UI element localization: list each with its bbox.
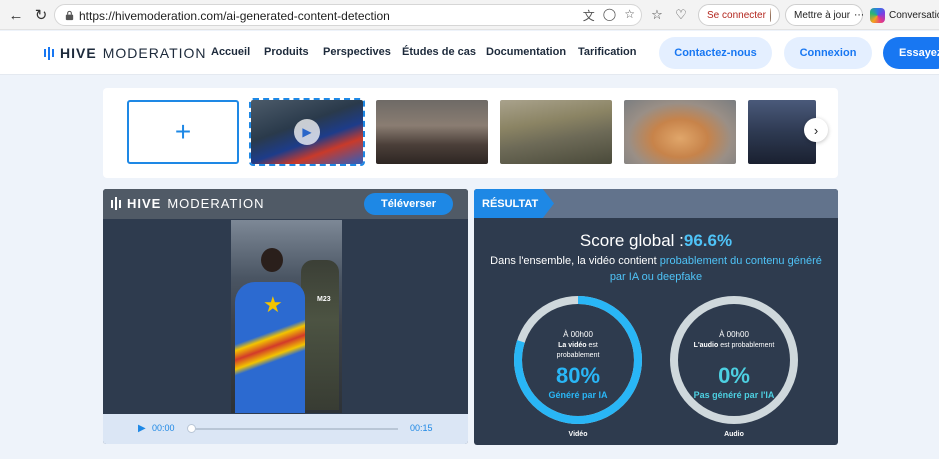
- brand-light: MODERATION: [102, 45, 207, 61]
- video-percent: 80%: [555, 363, 601, 388]
- hive-logo-icon: [111, 197, 121, 210]
- try-button[interactable]: Essayez: [883, 37, 939, 69]
- video-caption: Vidéo: [568, 431, 588, 438]
- video-statement: La vidéo est probablement: [528, 341, 628, 361]
- avatar: [769, 8, 771, 22]
- video-statement-line2: probablement: [556, 352, 600, 359]
- duration: 00:15: [410, 423, 433, 433]
- site-logo[interactable]: HIVE MODERATION: [44, 45, 207, 61]
- video-panel: HIVE MODERATION Téléverser M23 ★ ▶ 00:00 …: [103, 189, 468, 444]
- video-statement-bold: La vidéo: [558, 342, 587, 349]
- audio-percent: 0%: [718, 363, 750, 388]
- add-media-button[interactable]: +: [127, 100, 239, 164]
- favorite-star-icon[interactable]: ☆: [624, 7, 635, 24]
- browser-toolbar: ← ↻ https://hivemoderation.com/ai-genera…: [0, 0, 939, 30]
- update-label: Mettre à jour: [794, 9, 851, 21]
- back-arrow-icon[interactable]: ←: [6, 5, 26, 25]
- contact-button[interactable]: Contactez-nous: [659, 37, 772, 69]
- sample-media-strip: + ▶ ›: [103, 88, 838, 178]
- description-prefix: Dans l'ensemble, la vidéo contient: [490, 255, 660, 267]
- brand-bold: HIVE: [60, 45, 97, 61]
- login-button[interactable]: Connexion: [784, 37, 872, 69]
- update-button[interactable]: Mettre à jour ⋯: [785, 4, 865, 26]
- play-icon: ▶: [294, 119, 320, 145]
- thumbnail-landscape[interactable]: [376, 100, 488, 164]
- address-bar[interactable]: https://hivemoderation.com/ai-generated-…: [54, 4, 642, 26]
- score-label: Score global :: [579, 231, 684, 250]
- copilot-icon: [870, 7, 885, 23]
- flag-star-icon: ★: [263, 292, 283, 317]
- health-icon[interactable]: ♡: [672, 6, 690, 24]
- translate-icon[interactable]: 文: [583, 7, 595, 24]
- result-panel: RÉSULTAT Score global :96.6% Dans l'ense…: [474, 189, 838, 445]
- thumbnail-painting[interactable]: [500, 100, 612, 164]
- more-dots-icon: ⋯: [854, 9, 865, 21]
- copilot-label: Conversation: [889, 9, 939, 21]
- video-soldier-figure: [301, 260, 339, 410]
- play-button-icon[interactable]: ▶: [138, 423, 148, 435]
- audio-time: À 00h00: [719, 330, 749, 339]
- video-player[interactable]: M23 ★: [231, 220, 342, 413]
- current-time: 00:00: [152, 423, 175, 433]
- thumbnail-cat[interactable]: [624, 100, 736, 164]
- nav-perspectives[interactable]: Perspectives: [323, 46, 391, 58]
- hive-logo-icon: [44, 46, 54, 60]
- next-arrow-icon[interactable]: ›: [804, 118, 828, 142]
- sign-in-label: Se connecter: [707, 9, 766, 21]
- video-panel-header: HIVE MODERATION Téléverser: [103, 189, 468, 219]
- nav-accueil[interactable]: Accueil: [211, 46, 250, 58]
- audio-statement-rest: est probablement: [718, 342, 775, 349]
- overall-score: Score global :96.6%: [474, 231, 838, 251]
- audio-statement-bold: L'audio: [693, 342, 719, 349]
- seek-handle[interactable]: [187, 424, 196, 433]
- lock-icon: [65, 10, 74, 21]
- nav-documentation[interactable]: Documentation: [486, 46, 566, 58]
- nav-produits[interactable]: Produits: [264, 46, 309, 58]
- video-statement-rest: est: [586, 342, 598, 349]
- video-overlay-text: M23: [317, 296, 331, 303]
- video-person-head: [261, 248, 283, 272]
- video-controls: ▶ 00:00 00:15: [103, 414, 468, 444]
- site-header: HIVE MODERATION Accueil Produits Perspect…: [0, 31, 939, 75]
- more-tools-icon[interactable]: ◯: [603, 7, 616, 24]
- copilot-button[interactable]: Conversation: [870, 6, 939, 24]
- panel-logo: HIVE MODERATION: [111, 196, 265, 211]
- video-gauge: À 00h00 La vidéo est probablement 80% Gé…: [512, 294, 644, 426]
- sign-in-button[interactable]: Se connecter: [698, 4, 780, 26]
- seek-bar[interactable]: [190, 428, 398, 430]
- video-time: À 00h00: [563, 330, 593, 339]
- url-text: https://hivemoderation.com/ai-generated-…: [79, 9, 390, 23]
- audio-verdict: Pas généré par l'IA: [693, 390, 775, 400]
- thumbnail-flag-video[interactable]: ▶: [249, 98, 365, 166]
- upload-button[interactable]: Téléverser: [364, 193, 453, 215]
- reload-icon[interactable]: ↻: [31, 5, 51, 25]
- nav-tarification[interactable]: Tarification: [578, 46, 636, 58]
- result-tag: RÉSULTAT: [474, 189, 554, 218]
- result-description: Dans l'ensemble, la vidéo contient proba…: [484, 253, 828, 285]
- video-verdict: Généré par IA: [548, 390, 608, 400]
- result-header: RÉSULTAT: [474, 189, 838, 218]
- audio-gauge: À 00h00 L'audio est probablement 0% Pas …: [668, 294, 800, 426]
- nav-etudes-de-cas[interactable]: Études de cas: [402, 46, 476, 58]
- audio-caption: Audio: [724, 431, 744, 438]
- score-value: 96.6%: [683, 231, 733, 250]
- favorites-icon[interactable]: ☆: [648, 6, 666, 24]
- audio-statement: L'audio est probablement: [684, 341, 784, 351]
- panel-brand-light: MODERATION: [167, 196, 265, 211]
- panel-brand-bold: HIVE: [127, 196, 162, 211]
